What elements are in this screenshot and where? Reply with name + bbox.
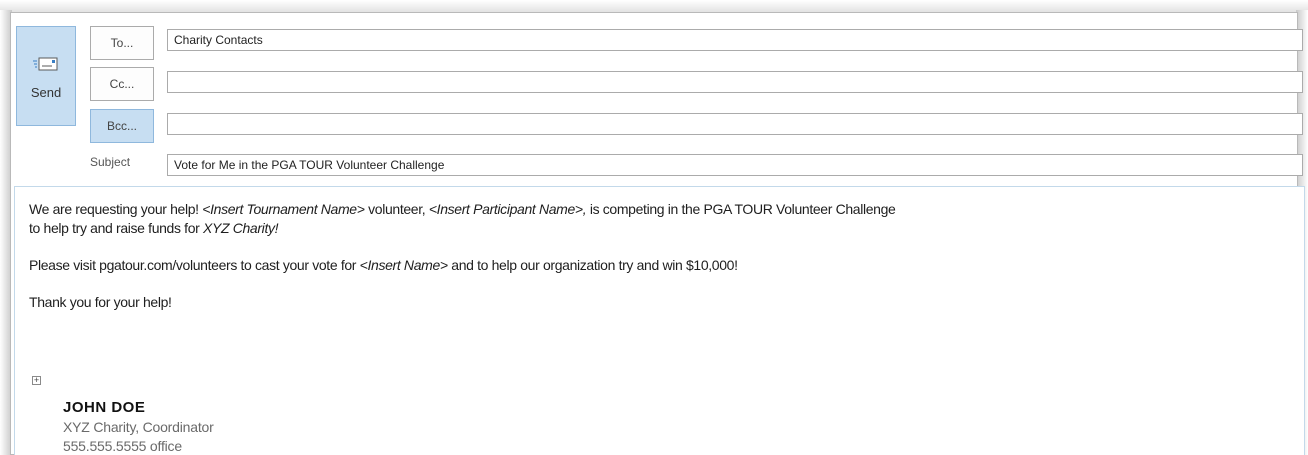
body-text: We are requesting your help!	[29, 201, 203, 217]
placeholder-tournament-name: <Insert Tournament Name>	[202, 201, 365, 217]
to-button[interactable]: To...	[90, 26, 154, 60]
cc-button[interactable]: Cc...	[90, 67, 154, 101]
placeholder-participant-name: <Insert Participant Name>,	[428, 201, 587, 217]
send-button[interactable]: Send	[16, 26, 76, 126]
body-paragraph-2: Please visit pgatour.com/volunteers to c…	[29, 257, 738, 273]
body-text: and to help our organization try and win…	[447, 257, 738, 273]
bcc-button[interactable]: Bcc...	[90, 109, 154, 143]
body-text: volunteer,	[364, 201, 429, 217]
bcc-field[interactable]	[167, 113, 1303, 135]
subject-field[interactable]: Vote for Me in the PGA TOUR Volunteer Ch…	[167, 154, 1303, 176]
placeholder-charity-name: XYZ Charity!	[203, 220, 279, 236]
signature-phone: 555.555.5555 office	[63, 438, 182, 454]
message-body[interactable]: We are requesting your help! <Insert Tou…	[14, 186, 1305, 455]
body-paragraph-1-line-1: We are requesting your help! <Insert Tou…	[29, 201, 896, 217]
signature-title: XYZ Charity, Coordinator	[63, 419, 214, 435]
body-paragraph-1-line-2: to help try and raise funds for XYZ Char…	[29, 220, 279, 236]
body-text: is competing in the PGA TOUR Volunteer C…	[586, 201, 896, 217]
signature-name: JOHN DOE	[63, 399, 146, 416]
table-move-handle-icon[interactable]: +	[32, 376, 41, 385]
body-text: to help try and raise funds for	[29, 220, 204, 236]
cc-field[interactable]	[167, 71, 1303, 93]
to-field[interactable]: Charity Contacts	[167, 29, 1303, 51]
body-text: Please visit pgatour.com/volunteers to c…	[29, 257, 360, 273]
subject-label: Subject	[90, 155, 131, 169]
send-mail-icon	[33, 57, 58, 70]
placeholder-name: <Insert Name>	[359, 257, 448, 273]
body-paragraph-3: Thank you for your help!	[29, 294, 172, 310]
send-button-label: Send	[30, 84, 62, 100]
